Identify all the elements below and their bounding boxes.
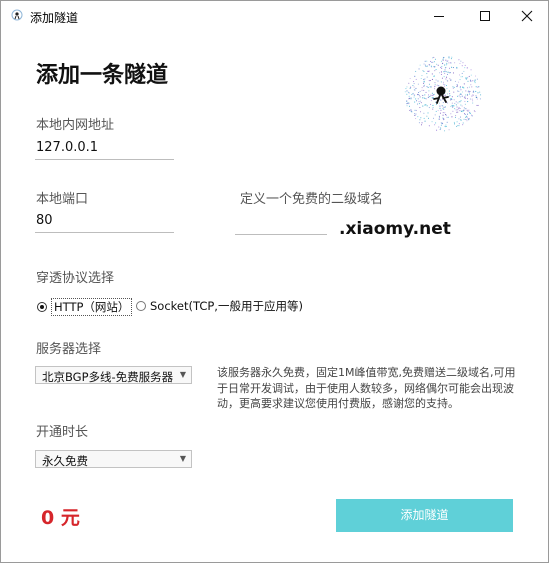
chevron-down-icon: ▼ [179, 370, 186, 379]
radio-http[interactable]: HTTP（网站） [37, 298, 133, 316]
radio-socket-label: Socket(TCP,一般用于应用等) [150, 299, 303, 313]
protocol-label: 穿透协议选择 [36, 271, 115, 286]
radio-checked-icon [37, 302, 47, 312]
server-description: 该服务器永久免费，固定1M峰值带宽,免费赠送二级域名,可用于日常开发调试，由于使… [217, 366, 516, 410]
server-select[interactable]: 北京BGP多线-免费服务器 ▼ [35, 366, 192, 384]
local-port-value: 80 [36, 213, 53, 228]
subdomain-input[interactable] [235, 212, 327, 235]
logo-globe-icon [404, 56, 482, 132]
app-icon [11, 9, 23, 21]
local-address-value: 127.0.0.1 [36, 140, 99, 155]
window-title: 添加隧道 [30, 11, 79, 25]
subdomain-label: 定义一个免费的二级域名 [240, 192, 384, 207]
close-button[interactable] [502, 1, 548, 31]
duration-select-value: 永久免费 [42, 454, 88, 468]
radio-http-label: HTTP（网站） [51, 298, 133, 316]
local-address-label: 本地内网地址 [36, 118, 115, 133]
close-icon [521, 10, 533, 22]
maximize-button[interactable] [461, 1, 507, 31]
radio-unchecked-icon [136, 301, 146, 311]
local-address-input[interactable]: 127.0.0.1 [35, 137, 174, 160]
local-port-input[interactable]: 80 [35, 210, 174, 233]
minimize-button[interactable] [415, 1, 461, 31]
server-select-value: 北京BGP多线-免费服务器 [42, 370, 174, 384]
server-label: 服务器选择 [36, 342, 102, 357]
chevron-down-icon: ▼ [179, 454, 186, 463]
domain-suffix: .xiaomy.net [339, 219, 451, 239]
radio-socket[interactable]: Socket(TCP,一般用于应用等) [136, 298, 303, 314]
add-tunnel-button[interactable]: 添加隧道 [336, 499, 513, 532]
page-title: 添加一条隧道 [36, 63, 169, 88]
title-bar[interactable]: 添加隧道 [1, 1, 548, 31]
add-tunnel-window: 添加隧道 添加一条隧道 本地内网地址 127.0.0.1 本地端口 80 定义一… [0, 0, 549, 563]
price-text: 0 元 [41, 507, 80, 529]
duration-select[interactable]: 永久免费 ▼ [35, 450, 192, 468]
duration-label: 开通时长 [36, 425, 89, 440]
local-port-label: 本地端口 [36, 192, 89, 207]
